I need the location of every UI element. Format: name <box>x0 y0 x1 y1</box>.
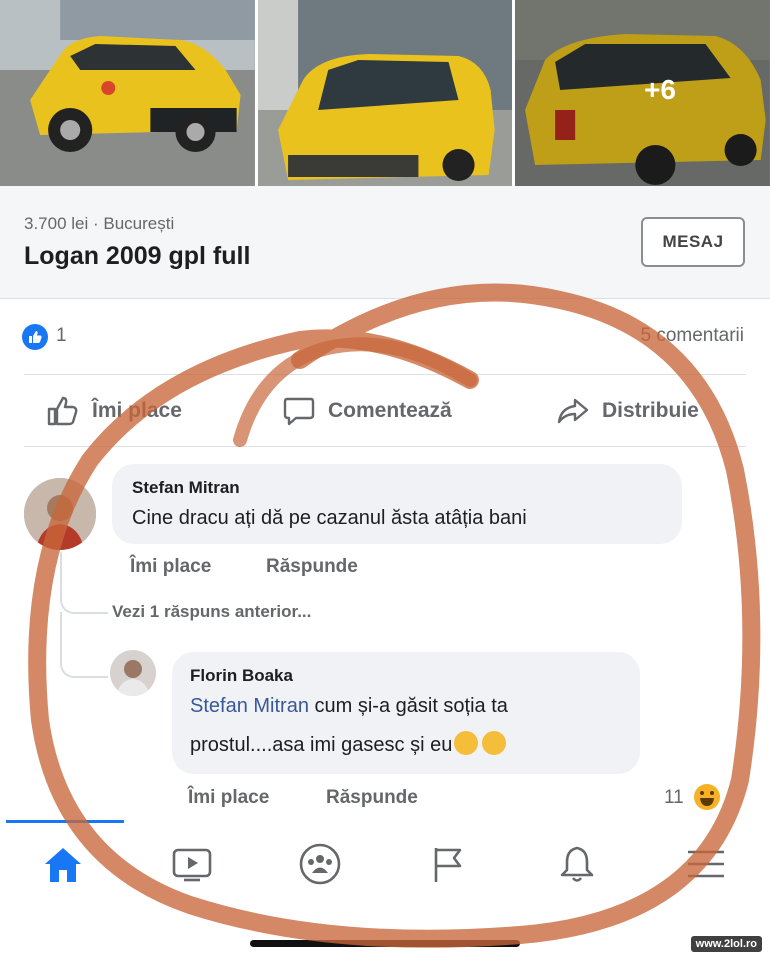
mention-link[interactable]: Stefan Mitran <box>190 695 309 717</box>
action-bar: Îmi place Comentează Distribuie <box>0 376 770 446</box>
thread-connector <box>60 552 108 614</box>
share-button[interactable]: Distribuie <box>556 394 699 428</box>
like-count[interactable]: 1 <box>56 325 67 347</box>
haha-reaction-icon <box>694 784 720 810</box>
comment-button-label: Comentează <box>328 399 452 422</box>
listing-photos: +6 <box>0 0 770 186</box>
price-location: 3.700 lei · București <box>24 214 175 233</box>
view-previous-replies[interactable]: Vezi 1 răspuns anterior... <box>112 602 311 622</box>
groups-icon <box>299 843 341 885</box>
avatar[interactable] <box>24 478 96 550</box>
comment-bubble: Stefan Mitran Cine dracu ați dă pe cazan… <box>112 464 682 544</box>
taxi-car-image <box>0 0 255 186</box>
comment-reply-link[interactable]: Răspunde <box>266 556 358 578</box>
reply-reaction-count[interactable]: 11 <box>664 787 684 809</box>
more-photos-count[interactable]: +6 <box>515 0 770 186</box>
video-icon <box>172 848 212 882</box>
tab-menu[interactable] <box>682 840 730 888</box>
active-tab-indicator <box>6 820 124 823</box>
bell-icon <box>560 846 594 882</box>
tab-notifications[interactable] <box>553 840 601 888</box>
home-indicator <box>250 940 520 947</box>
car-photo-1[interactable] <box>0 0 255 186</box>
divider <box>24 374 746 375</box>
reply-bubble: Florin Boaka Stefan Mitran cum și-a găsi… <box>172 652 640 774</box>
tab-watch[interactable] <box>168 840 216 888</box>
reply-author[interactable]: Florin Boaka <box>190 666 293 686</box>
listing-title[interactable]: Logan 2009 gpl full <box>24 242 250 271</box>
thumbs-up-icon[interactable] <box>22 324 48 350</box>
taxi-car-image <box>257 0 513 186</box>
divider <box>24 446 746 447</box>
tab-groups[interactable] <box>296 840 344 888</box>
tab-home[interactable] <box>39 840 87 888</box>
smirk-emoji-icon <box>454 731 479 755</box>
share-icon <box>557 398 589 424</box>
comment-text: Cine dracu ați dă pe cazanul ăsta atâția… <box>132 507 527 529</box>
flag-icon <box>434 848 462 882</box>
reply-reply-link[interactable]: Răspunde <box>326 787 418 809</box>
comment-button[interactable]: Comentează <box>282 394 452 428</box>
home-icon <box>45 848 81 882</box>
reply-text-line-2: prostul....asa imi gasesc și eu <box>190 729 507 761</box>
car-photo-3[interactable]: +6 <box>515 0 770 186</box>
bottom-tab-bar <box>0 820 770 910</box>
message-button[interactable]: MESAJ <box>641 217 745 267</box>
car-photo-2[interactable] <box>257 0 513 186</box>
reply-like-link[interactable]: Îmi place <box>188 787 269 809</box>
comment-icon <box>283 397 315 426</box>
avatar[interactable] <box>110 650 156 696</box>
comment-like-link[interactable]: Îmi place <box>130 556 211 578</box>
comments-count[interactable]: 5 comentarii <box>641 325 745 347</box>
thumbs-up-icon <box>47 396 78 426</box>
like-button-label: Îmi place <box>92 399 182 422</box>
reply-text-line-1: Stefan Mitran cum și-a găsit soția ta <box>190 695 508 717</box>
reactions-summary: 1 5 comentarii <box>0 298 770 376</box>
menu-icon <box>688 850 724 878</box>
comment-author[interactable]: Stefan Mitran <box>132 478 240 498</box>
smirk-emoji-icon <box>482 731 507 755</box>
like-button[interactable]: Îmi place <box>46 394 182 428</box>
listing-info: 3.700 lei · București Logan 2009 gpl ful… <box>0 186 770 299</box>
thread-connector <box>60 612 108 678</box>
watermark: www.2lol.ro <box>690 936 762 952</box>
tab-pages[interactable] <box>424 840 472 888</box>
share-button-label: Distribuie <box>602 399 699 422</box>
